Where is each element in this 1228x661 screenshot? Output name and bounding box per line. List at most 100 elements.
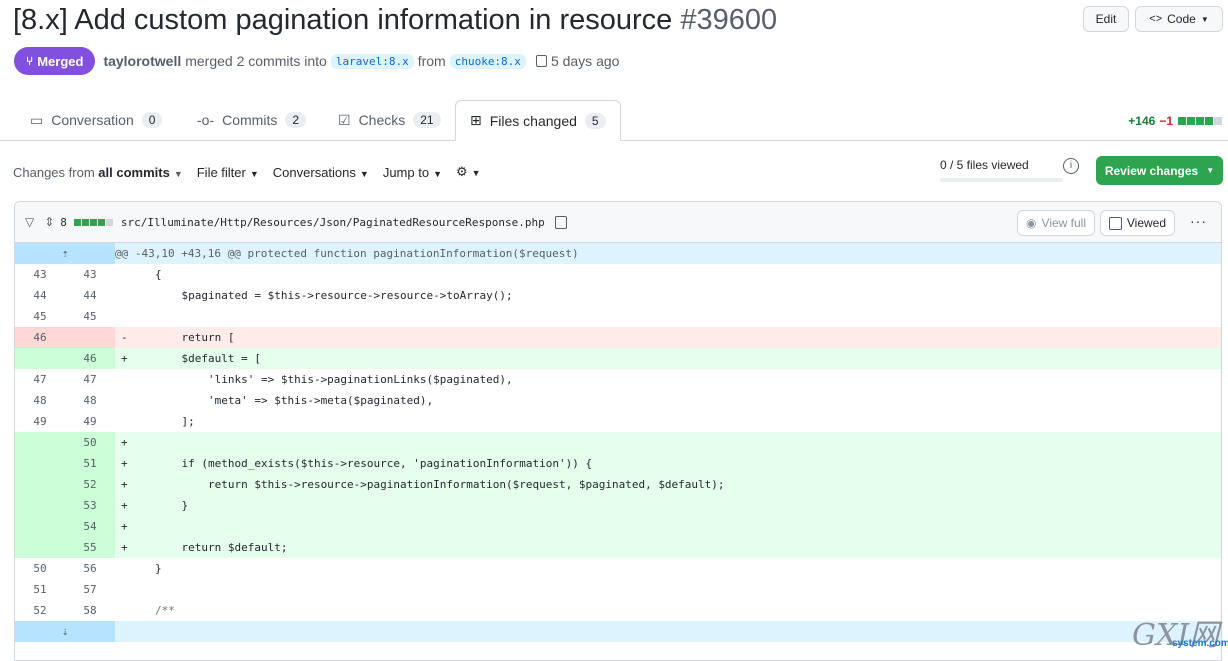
pr-title: [8.x] Add custom pagination information … — [13, 2, 777, 38]
view-full-button[interactable]: ◉ View full — [1017, 210, 1095, 236]
old-line-number[interactable]: 51 — [15, 579, 65, 600]
tab-checks[interactable]: ☑ Checks 21 — [338, 100, 441, 140]
new-line-number[interactable]: 51 — [65, 453, 115, 474]
new-line-number[interactable]: 48 — [65, 390, 115, 411]
old-line-number[interactable]: 47 — [15, 369, 65, 390]
changes-prefix: Changes from — [13, 164, 95, 180]
old-line-number[interactable]: 50 — [15, 558, 65, 579]
merge-icon: ⑂ — [26, 54, 34, 68]
old-line-number[interactable] — [15, 495, 65, 516]
eye-icon: ◉ — [1026, 216, 1037, 230]
diff-line: 52 58 /** — [15, 600, 1221, 621]
code-button[interactable]: <> Code ▼ — [1135, 6, 1223, 32]
hunk-filler — [115, 621, 1221, 642]
tab-files-changed[interactable]: ⊞ Files changed 5 — [455, 100, 621, 141]
code-line — [135, 579, 1221, 600]
tab-commits[interactable]: -o- Commits 2 — [197, 100, 307, 140]
new-line-number[interactable]: 45 — [65, 306, 115, 327]
tab-count: 0 — [141, 112, 163, 128]
conversations-menu[interactable]: Conversations ▼ — [273, 165, 369, 180]
info-icon[interactable]: i — [1063, 158, 1079, 174]
diffstat-block — [73, 218, 81, 226]
diff-line-added: 50 + — [15, 432, 1221, 453]
settings-menu[interactable]: ⚙ ▼ — [456, 164, 481, 180]
diff-table: ⇡ @@ -43,10 +43,16 @@ protected function… — [15, 243, 1221, 642]
viewed-checkbox[interactable]: Viewed — [1099, 210, 1175, 236]
new-line-number[interactable]: 54 — [65, 516, 115, 537]
diff-line: 51 57 — [15, 579, 1221, 600]
old-line-number[interactable]: 45 — [15, 306, 65, 327]
new-line-number[interactable]: 52 — [65, 474, 115, 495]
conversations-label: Conversations — [272, 164, 356, 180]
old-line-number[interactable]: 44 — [15, 285, 65, 306]
pr-tabs: ▭ Conversation 0 -o- Commits 2 ☑ Checks … — [0, 100, 1228, 141]
old-line-number[interactable]: 49 — [15, 411, 65, 432]
kebab-icon[interactable]: ··· — [1190, 213, 1207, 229]
new-line-number[interactable]: 47 — [65, 369, 115, 390]
head-branch[interactable]: chuoke:8.x — [449, 53, 526, 69]
caret-down-icon: ▼ — [173, 168, 183, 179]
old-line-number[interactable]: 46 — [15, 327, 65, 348]
new-line-number[interactable]: 43 — [65, 264, 115, 285]
old-line-number[interactable] — [15, 474, 65, 495]
file-filter-menu[interactable]: File filter ▼ — [197, 165, 259, 180]
expand-down-icon[interactable]: ⇣ — [15, 621, 115, 642]
changes-from-menu[interactable]: Changes from all commits ▼ — [13, 165, 183, 180]
diff-marker — [115, 390, 135, 411]
old-line-number[interactable] — [15, 432, 65, 453]
unfold-icon[interactable]: ⇕ — [44, 215, 54, 229]
checklist-icon: ☑ — [338, 111, 351, 128]
new-line-number[interactable]: 49 — [65, 411, 115, 432]
diffstat-block — [97, 218, 105, 226]
author-link[interactable]: taylorotwell — [103, 53, 181, 69]
old-line-number[interactable] — [15, 516, 65, 537]
new-line-number[interactable]: 44 — [65, 285, 115, 306]
diffstat-block — [1187, 117, 1195, 125]
new-line-number[interactable]: 58 — [65, 600, 115, 621]
code-line: if (method_exists($this->resource, 'pagi… — [135, 453, 1221, 474]
copy-icon[interactable] — [554, 215, 567, 229]
chevron-down-icon[interactable]: ▽ — [25, 215, 34, 229]
new-line-number[interactable]: 55 — [65, 537, 115, 558]
new-line-number[interactable]: 50 — [65, 432, 115, 453]
code-line: $paginated = $this->resource->resource->… — [155, 289, 513, 302]
jump-to-menu[interactable]: Jump to ▼ — [383, 165, 442, 180]
comment-icon: ▭ — [30, 111, 44, 128]
new-line-number[interactable] — [65, 327, 115, 348]
new-line-number[interactable]: 56 — [65, 558, 115, 579]
caret-down-icon: ▼ — [433, 168, 442, 179]
old-line-number[interactable] — [15, 453, 65, 474]
diff-marker — [115, 264, 135, 285]
old-line-number[interactable] — [15, 348, 65, 369]
new-line-number[interactable]: 46 — [65, 348, 115, 369]
new-line-number[interactable]: 53 — [65, 495, 115, 516]
expand-up-icon[interactable]: ⇡ — [15, 243, 115, 264]
base-branch[interactable]: laravel:8.x — [330, 53, 414, 69]
view-full-label: View full — [1041, 216, 1086, 230]
file-path[interactable]: src/Illuminate/Http/Resources/Json/Pagin… — [121, 216, 545, 229]
new-line-number[interactable]: 57 — [65, 579, 115, 600]
tab-label: Files changed — [489, 112, 577, 129]
edit-button[interactable]: Edit — [1083, 6, 1129, 32]
old-line-number[interactable]: 52 — [15, 600, 65, 621]
review-changes-button[interactable]: Review changes ▼ — [1096, 156, 1223, 185]
old-line-number[interactable]: 43 — [15, 264, 65, 285]
diff-marker — [115, 285, 135, 306]
old-line-number[interactable]: 48 — [15, 390, 65, 411]
diff-line: 47 47 'links' => $this->paginationLinks(… — [15, 369, 1221, 390]
old-line-number[interactable] — [15, 537, 65, 558]
diffstat-block — [81, 218, 89, 226]
copy-icon[interactable] — [535, 55, 547, 67]
edit-label: Edit — [1095, 12, 1117, 26]
tab-label: Conversation — [51, 112, 134, 128]
pr-title-text: [8.x] Add custom pagination information … — [13, 4, 673, 36]
tab-conversation[interactable]: ▭ Conversation 0 — [30, 100, 163, 140]
caret-down-icon: ▼ — [1206, 166, 1215, 175]
diff-line: 50 56 } — [15, 558, 1221, 579]
viewed-label: Viewed — [1126, 216, 1166, 230]
pr-meta: ⑂ Merged taylorotwell merged 2 commits i… — [14, 47, 619, 75]
caret-down-icon: ▼ — [249, 168, 259, 179]
file-header: ▽ ⇕ 8 src/Illuminate/Http/Resources/Json… — [15, 202, 1221, 243]
tab-count: 21 — [413, 112, 441, 128]
code-line: return [ — [135, 327, 1221, 348]
